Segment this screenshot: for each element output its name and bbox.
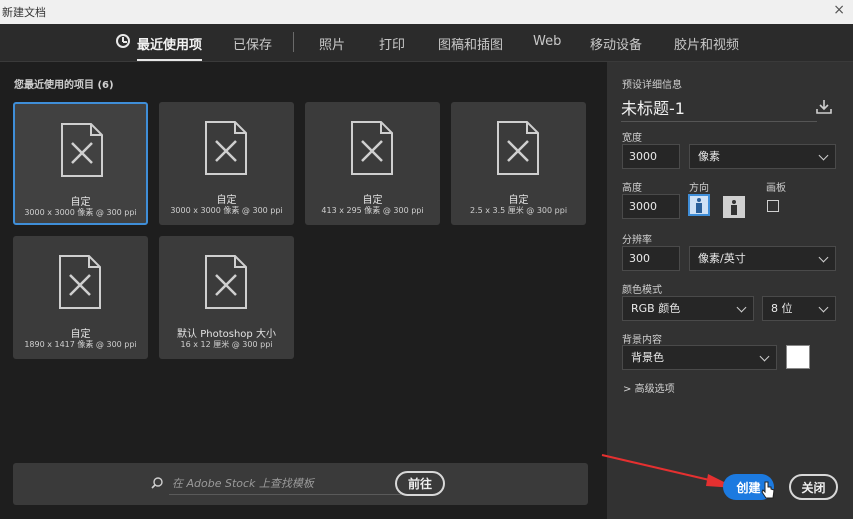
hand-cursor-icon (761, 481, 775, 499)
arrow-annotation-icon (601, 454, 736, 488)
document-name-field[interactable]: 未标题-1 (621, 96, 817, 122)
portrait-icon (696, 198, 702, 213)
artboard-label: 画板 (766, 183, 786, 194)
recent-section-title: 您最近使用的项目 (6) (14, 80, 114, 91)
preset-name: 自定 (508, 195, 529, 206)
background-color-swatch[interactable] (786, 345, 810, 369)
preset-card[interactable]: 自定 413 x 295 像素 @ 300 ppi (305, 102, 440, 225)
advanced-options-label: 高级选项 (634, 384, 675, 395)
preset-name: 默认 Photoshop 大小 (177, 329, 276, 340)
bit-depth-value: 8 位 (771, 302, 793, 315)
width-label: 宽度 (622, 133, 642, 144)
tab-recent[interactable]: 最近使用项 (137, 34, 203, 61)
background-select[interactable]: 背景色 (622, 345, 777, 370)
resolution-unit-select[interactable]: 像素/英寸 (689, 246, 836, 271)
chevron-down-icon (736, 302, 747, 313)
bit-depth-select[interactable]: 8 位 (762, 296, 836, 321)
save-preset-icon[interactable] (815, 98, 833, 116)
background-label: 背景内容 (622, 335, 662, 346)
tab-photo[interactable]: 照片 (319, 34, 345, 53)
tab-divider (293, 32, 294, 52)
color-mode-select[interactable]: RGB 颜色 (622, 296, 754, 321)
preset-card[interactable]: 自定 3000 x 3000 像素 @ 300 ppi (159, 102, 294, 225)
chevron-right-icon: > (623, 384, 632, 395)
preset-card[interactable]: 默认 Photoshop 大小 16 x 12 厘米 @ 300 ppi (159, 236, 294, 359)
document-icon (61, 123, 103, 177)
landscape-icon (731, 200, 737, 215)
color-mode-value: RGB 颜色 (631, 302, 681, 315)
preset-card[interactable]: 自定 1890 x 1417 像素 @ 300 ppi (13, 236, 148, 359)
details-section-title: 预设详细信息 (622, 80, 682, 91)
resolution-unit-value: 像素/英寸 (698, 252, 746, 265)
document-icon (205, 255, 247, 309)
clock-icon (116, 34, 130, 48)
chevron-down-icon (818, 252, 829, 263)
preset-spec: 2.5 x 3.5 厘米 @ 300 ppi (469, 206, 568, 215)
width-field[interactable]: 3000 (622, 144, 680, 169)
width-unit-select[interactable]: 像素 (689, 144, 836, 169)
document-icon (59, 255, 101, 309)
preset-name: 自定 (216, 195, 237, 206)
preset-spec: 16 x 12 厘米 @ 300 ppi (180, 340, 273, 349)
window-close-icon[interactable]: × (833, 2, 845, 18)
resolution-field[interactable]: 300 (622, 246, 680, 271)
width-unit-value: 像素 (698, 150, 720, 163)
chevron-down-icon (759, 351, 770, 362)
advanced-options-toggle[interactable]: > 高级选项 (623, 380, 675, 395)
tab-film-video[interactable]: 胶片和视频 (674, 34, 739, 53)
go-button[interactable]: 前往 (395, 471, 445, 496)
color-mode-label: 颜色模式 (622, 285, 662, 296)
preset-name: 自定 (70, 329, 91, 340)
preset-spec: 3000 x 3000 像素 @ 300 ppi (170, 206, 283, 215)
search-icon (151, 477, 163, 489)
preset-spec: 1890 x 1417 像素 @ 300 ppi (24, 340, 137, 349)
preset-card[interactable]: 自定 2.5 x 3.5 厘米 @ 300 ppi (451, 102, 586, 225)
close-button[interactable]: 关闭 (789, 474, 838, 500)
portrait-orientation-button[interactable] (688, 194, 710, 216)
document-icon (351, 121, 393, 175)
preset-name: 自定 (70, 197, 91, 208)
landscape-orientation-button[interactable] (723, 196, 745, 218)
document-icon (497, 121, 539, 175)
preset-name: 自定 (362, 195, 383, 206)
tab-web[interactable]: Web (533, 34, 561, 49)
height-field[interactable]: 3000 (622, 194, 680, 219)
orientation-label: 方向 (689, 183, 709, 194)
window-titlebar: 新建文档 × (0, 0, 853, 24)
preset-spec: 413 x 295 像素 @ 300 ppi (321, 206, 424, 215)
artboard-checkbox[interactable] (767, 200, 779, 212)
resolution-label: 分辨率 (622, 235, 652, 246)
preset-card[interactable]: 自定 3000 x 3000 像素 @ 300 ppi (13, 102, 148, 225)
height-label: 高度 (622, 183, 642, 194)
tab-art-illustration[interactable]: 图稿和插图 (438, 34, 503, 53)
tab-mobile[interactable]: 移动设备 (590, 34, 642, 53)
preset-spec: 3000 x 3000 像素 @ 300 ppi (24, 208, 137, 217)
tab-saved[interactable]: 已保存 (233, 34, 272, 53)
background-value: 背景色 (631, 351, 664, 364)
stock-search-input[interactable] (169, 473, 401, 495)
tab-print[interactable]: 打印 (379, 34, 405, 53)
chevron-down-icon (818, 302, 829, 313)
window-title: 新建文档 (2, 6, 46, 19)
chevron-down-icon (818, 150, 829, 161)
stock-search-bar: 前往 (13, 463, 588, 505)
document-icon (205, 121, 247, 175)
